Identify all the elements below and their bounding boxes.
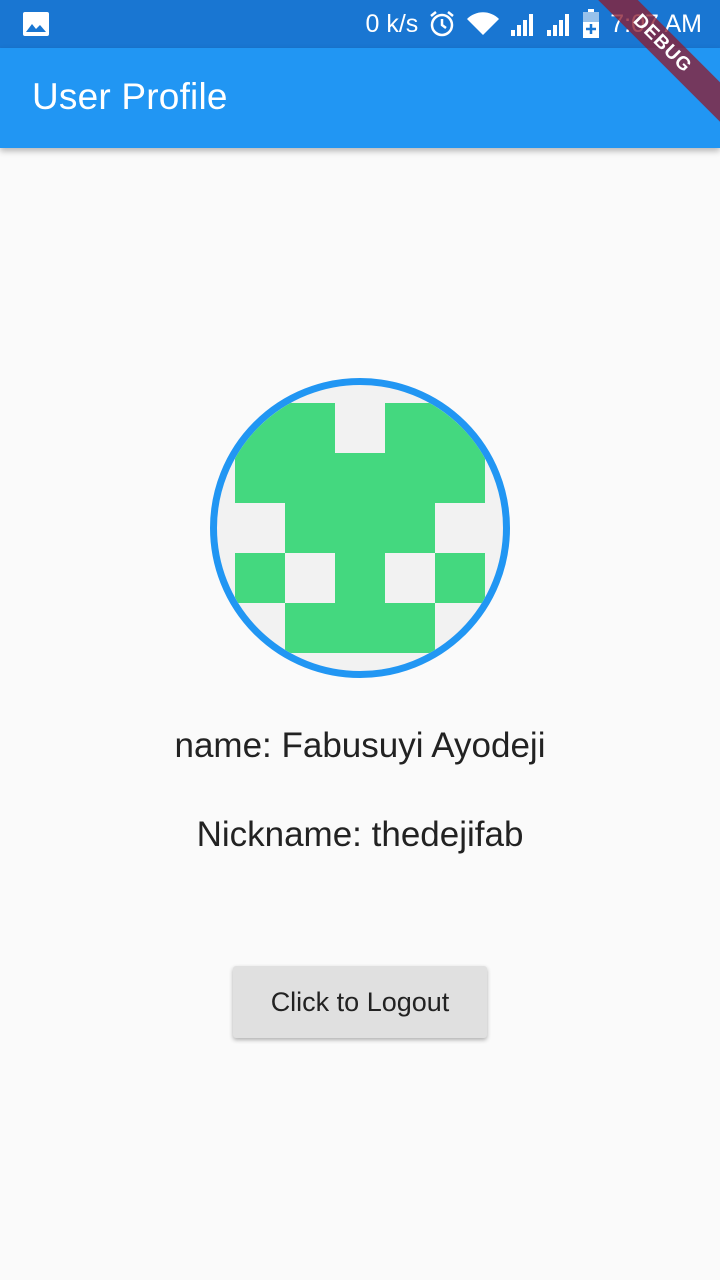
signal-icon	[546, 11, 572, 37]
profile-nickname: Nickname: thedejifab	[196, 815, 524, 854]
wifi-icon	[466, 11, 500, 37]
identicon-image	[235, 403, 485, 653]
battery-charging-icon	[582, 9, 600, 39]
app-bar: User Profile	[0, 48, 720, 148]
signal-icon	[510, 11, 536, 37]
logout-button[interactable]: Click to Logout	[233, 966, 487, 1038]
status-time: 7:07 AM	[610, 9, 702, 38]
page-title: User Profile	[32, 76, 228, 117]
profile-name: name: Fabusuyi Ayodeji	[174, 726, 546, 765]
status-bar: 0 k/s 7:07 AM	[0, 0, 720, 48]
avatar	[210, 378, 510, 678]
image-icon	[22, 11, 50, 37]
network-speed: 0 k/s	[365, 9, 419, 38]
alarm-icon	[428, 10, 456, 38]
